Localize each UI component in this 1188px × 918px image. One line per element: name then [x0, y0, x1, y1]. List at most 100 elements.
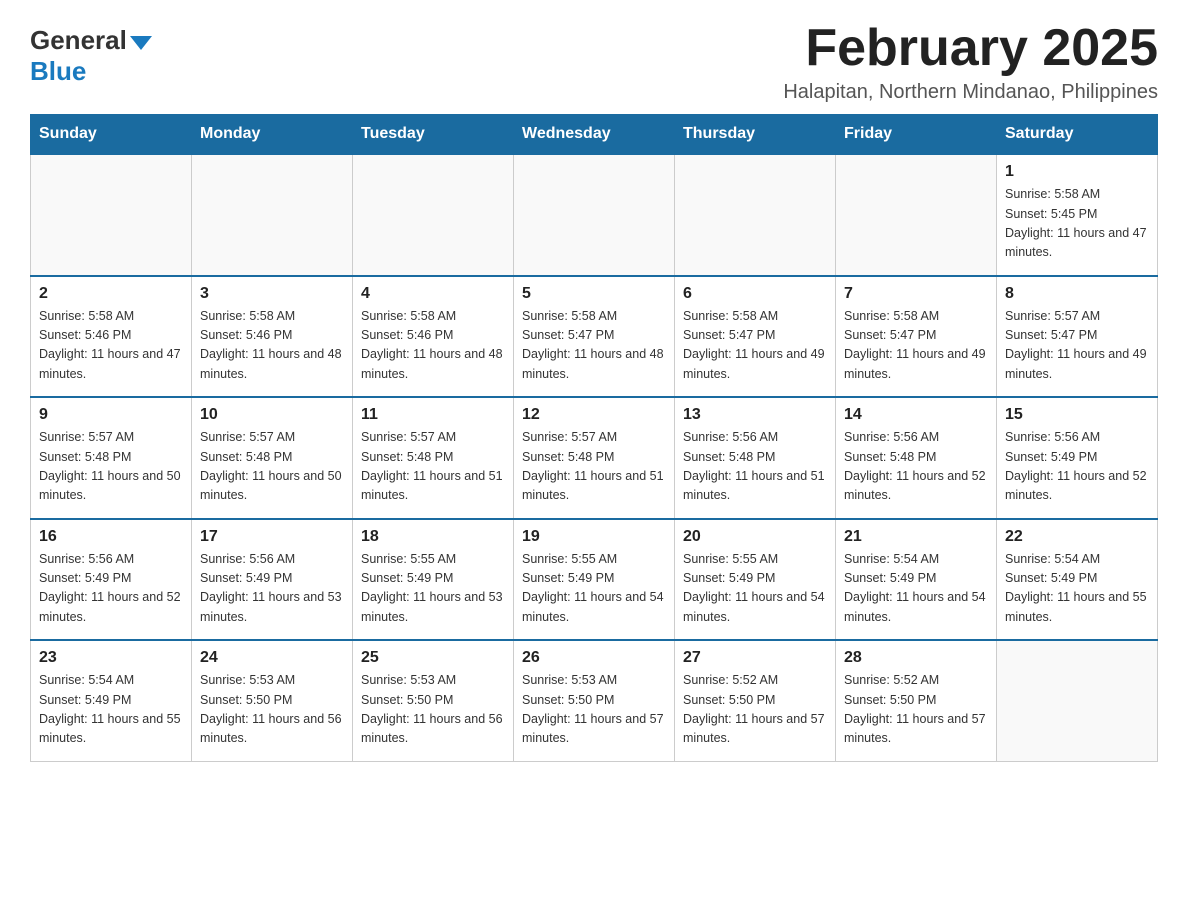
day-info: Sunrise: 5:56 AMSunset: 5:49 PMDaylight:…	[39, 550, 183, 628]
day-number: 6	[683, 285, 827, 303]
day-number: 12	[522, 406, 666, 424]
day-number: 27	[683, 649, 827, 667]
calendar-cell	[353, 154, 514, 276]
calendar-cell: 13Sunrise: 5:56 AMSunset: 5:48 PMDayligh…	[675, 397, 836, 519]
day-number: 20	[683, 528, 827, 546]
calendar-cell: 6 Sunrise: 5:58 AMSunset: 5:47 PMDaylight…	[675, 276, 836, 398]
day-number: 3	[200, 285, 344, 303]
logo-general-text: General	[30, 25, 127, 56]
day-number: 4	[361, 285, 505, 303]
day-info: Sunrise: 5:55 AMSunset: 5:49 PMDaylight:…	[522, 550, 666, 628]
day-number: 16	[39, 528, 183, 546]
calendar-cell: 12Sunrise: 5:57 AMSunset: 5:48 PMDayligh…	[514, 397, 675, 519]
day-info: Sunrise: 5:56 AMSunset: 5:49 PMDaylight:…	[1005, 428, 1149, 506]
weekday-header-friday: Friday	[836, 115, 997, 155]
calendar-cell: 27 Sunrise: 5:52 AMSunset: 5:50 PMDayligh…	[675, 640, 836, 761]
day-number: 18	[361, 528, 505, 546]
calendar-week-row: 9 Sunrise: 5:57 AMSunset: 5:48 PMDaylight…	[31, 397, 1158, 519]
calendar-table: SundayMondayTuesdayWednesdayThursdayFrid…	[30, 114, 1158, 762]
day-info: Sunrise: 5:56 AMSunset: 5:49 PMDaylight:…	[200, 550, 344, 628]
day-number: 22	[1005, 528, 1149, 546]
day-number: 2	[39, 285, 183, 303]
day-number: 14	[844, 406, 988, 424]
title-block: February 2025 Halapitan, Northern Mindan…	[783, 20, 1158, 104]
logo-triangle-icon	[130, 36, 152, 50]
day-info: Sunrise: 5:55 AMSunset: 5:49 PMDaylight:…	[683, 550, 827, 628]
calendar-cell	[31, 154, 192, 276]
calendar-cell: 25 Sunrise: 5:53 AMSunset: 5:50 PMDayligh…	[353, 640, 514, 761]
day-number: 15	[1005, 406, 1149, 424]
day-number: 9	[39, 406, 183, 424]
day-info: Sunrise: 5:52 AMSunset: 5:50 PMDaylight:…	[683, 671, 827, 749]
day-info: Sunrise: 5:58 AMSunset: 5:47 PMDaylight:…	[683, 307, 827, 385]
day-number: 26	[522, 649, 666, 667]
day-info: Sunrise: 5:53 AMSunset: 5:50 PMDaylight:…	[361, 671, 505, 749]
day-info: Sunrise: 5:58 AMSunset: 5:47 PMDaylight:…	[522, 307, 666, 385]
day-number: 24	[200, 649, 344, 667]
day-info: Sunrise: 5:52 AMSunset: 5:50 PMDaylight:…	[844, 671, 988, 749]
day-info: Sunrise: 5:56 AMSunset: 5:48 PMDaylight:…	[844, 428, 988, 506]
calendar-cell: 26 Sunrise: 5:53 AMSunset: 5:50 PMDayligh…	[514, 640, 675, 761]
calendar-cell: 1Sunrise: 5:58 AMSunset: 5:45 PMDaylight…	[997, 154, 1158, 276]
calendar-body: 1Sunrise: 5:58 AMSunset: 5:45 PMDaylight…	[31, 154, 1158, 761]
day-number: 5	[522, 285, 666, 303]
day-number: 8	[1005, 285, 1149, 303]
day-number: 21	[844, 528, 988, 546]
day-number: 25	[361, 649, 505, 667]
calendar-week-row: 23Sunrise: 5:54 AMSunset: 5:49 PMDayligh…	[31, 640, 1158, 761]
day-number: 11	[361, 406, 505, 424]
calendar-cell: 11Sunrise: 5:57 AMSunset: 5:48 PMDayligh…	[353, 397, 514, 519]
calendar-cell: 8 Sunrise: 5:57 AMSunset: 5:47 PMDaylight…	[997, 276, 1158, 398]
calendar-cell: 10Sunrise: 5:57 AMSunset: 5:48 PMDayligh…	[192, 397, 353, 519]
logo: General Blue	[30, 20, 152, 87]
calendar-cell: 22 Sunrise: 5:54 AMSunset: 5:49 PMDayligh…	[997, 519, 1158, 641]
weekday-header-wednesday: Wednesday	[514, 115, 675, 155]
page-header: General Blue February 2025 Halapitan, No…	[30, 20, 1158, 104]
calendar-cell: 21 Sunrise: 5:54 AMSunset: 5:49 PMDayligh…	[836, 519, 997, 641]
calendar-cell: 15 Sunrise: 5:56 AMSunset: 5:49 PMDayligh…	[997, 397, 1158, 519]
calendar-cell: 16 Sunrise: 5:56 AMSunset: 5:49 PMDayligh…	[31, 519, 192, 641]
calendar-cell	[192, 154, 353, 276]
weekday-header-saturday: Saturday	[997, 115, 1158, 155]
day-number: 28	[844, 649, 988, 667]
weekday-header-monday: Monday	[192, 115, 353, 155]
weekday-header-thursday: Thursday	[675, 115, 836, 155]
calendar-cell: 19Sunrise: 5:55 AMSunset: 5:49 PMDayligh…	[514, 519, 675, 641]
calendar-cell: 7Sunrise: 5:58 AMSunset: 5:47 PMDaylight…	[836, 276, 997, 398]
day-number: 10	[200, 406, 344, 424]
day-info: Sunrise: 5:58 AMSunset: 5:46 PMDaylight:…	[39, 307, 183, 385]
day-info: Sunrise: 5:58 AMSunset: 5:46 PMDaylight:…	[200, 307, 344, 385]
calendar-week-row: 2 Sunrise: 5:58 AMSunset: 5:46 PMDaylight…	[31, 276, 1158, 398]
calendar-cell: 9 Sunrise: 5:57 AMSunset: 5:48 PMDaylight…	[31, 397, 192, 519]
logo-blue-text: Blue	[30, 56, 86, 87]
day-number: 1	[1005, 163, 1149, 181]
day-info: Sunrise: 5:53 AMSunset: 5:50 PMDaylight:…	[522, 671, 666, 749]
calendar-cell: 28 Sunrise: 5:52 AMSunset: 5:50 PMDayligh…	[836, 640, 997, 761]
weekday-header-tuesday: Tuesday	[353, 115, 514, 155]
day-number: 23	[39, 649, 183, 667]
day-info: Sunrise: 5:53 AMSunset: 5:50 PMDaylight:…	[200, 671, 344, 749]
day-info: Sunrise: 5:57 AMSunset: 5:47 PMDaylight:…	[1005, 307, 1149, 385]
calendar-cell: 14 Sunrise: 5:56 AMSunset: 5:48 PMDayligh…	[836, 397, 997, 519]
calendar-cell: 17Sunrise: 5:56 AMSunset: 5:49 PMDayligh…	[192, 519, 353, 641]
calendar-cell: 5 Sunrise: 5:58 AMSunset: 5:47 PMDaylight…	[514, 276, 675, 398]
weekday-header-sunday: Sunday	[31, 115, 192, 155]
calendar-cell	[997, 640, 1158, 761]
calendar-header: SundayMondayTuesdayWednesdayThursdayFrid…	[31, 115, 1158, 155]
day-info: Sunrise: 5:58 AMSunset: 5:46 PMDaylight:…	[361, 307, 505, 385]
calendar-cell: 18 Sunrise: 5:55 AMSunset: 5:49 PMDayligh…	[353, 519, 514, 641]
calendar-week-row: 16 Sunrise: 5:56 AMSunset: 5:49 PMDayligh…	[31, 519, 1158, 641]
day-info: Sunrise: 5:57 AMSunset: 5:48 PMDaylight:…	[39, 428, 183, 506]
weekday-header-row: SundayMondayTuesdayWednesdayThursdayFrid…	[31, 115, 1158, 155]
day-info: Sunrise: 5:54 AMSunset: 5:49 PMDaylight:…	[1005, 550, 1149, 628]
location-subtitle: Halapitan, Northern Mindanao, Philippine…	[783, 81, 1158, 104]
day-info: Sunrise: 5:55 AMSunset: 5:49 PMDaylight:…	[361, 550, 505, 628]
calendar-week-row: 1Sunrise: 5:58 AMSunset: 5:45 PMDaylight…	[31, 154, 1158, 276]
calendar-cell: 24 Sunrise: 5:53 AMSunset: 5:50 PMDayligh…	[192, 640, 353, 761]
calendar-cell: 23Sunrise: 5:54 AMSunset: 5:49 PMDayligh…	[31, 640, 192, 761]
calendar-cell: 4 Sunrise: 5:58 AMSunset: 5:46 PMDaylight…	[353, 276, 514, 398]
day-info: Sunrise: 5:56 AMSunset: 5:48 PMDaylight:…	[683, 428, 827, 506]
day-info: Sunrise: 5:54 AMSunset: 5:49 PMDaylight:…	[844, 550, 988, 628]
calendar-cell: 2 Sunrise: 5:58 AMSunset: 5:46 PMDaylight…	[31, 276, 192, 398]
calendar-cell	[675, 154, 836, 276]
